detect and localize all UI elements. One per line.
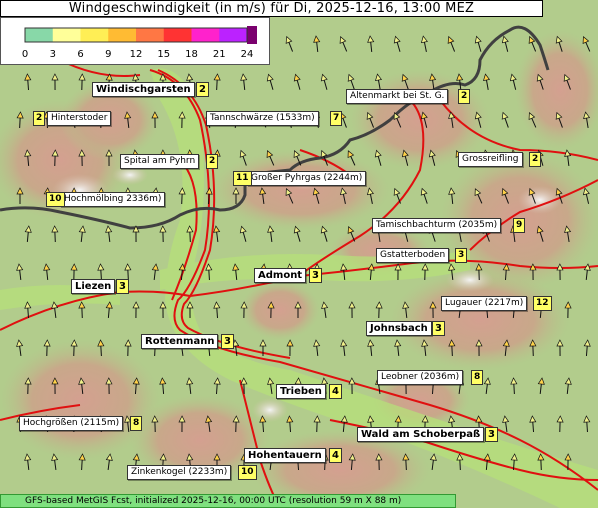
- place-name: Hohentauern: [244, 448, 326, 463]
- wind-speed-value: 3: [455, 248, 468, 263]
- wind-speed-value: 3: [485, 427, 498, 442]
- legend-tick-label: 12: [130, 49, 143, 60]
- legend-color-step: [191, 28, 220, 42]
- place-name: Tannschwärze (1533m): [206, 111, 319, 126]
- wind-speed-value: 11: [233, 171, 252, 186]
- place-name: Zinkenkogel (2233m): [127, 465, 232, 480]
- wind-speed-value: 7: [330, 111, 343, 126]
- legend-color-step: [80, 28, 109, 42]
- wind-speed-value: 2: [529, 152, 542, 167]
- legend-color-step: [52, 28, 81, 42]
- legend-color-step: [163, 28, 192, 42]
- wind-speed-value: 3: [221, 334, 234, 349]
- legend-tick-label: 9: [105, 49, 111, 60]
- place-name: Hochmölbing 2336m): [60, 192, 166, 207]
- legend-color-step: [25, 28, 54, 42]
- place-name: Tamischbachturm (2035m): [372, 218, 502, 233]
- wind-speed-value: 4: [329, 384, 342, 399]
- terrain-map: [0, 0, 598, 508]
- wind-speed-value: 10: [238, 465, 257, 480]
- place-name: Johnsbach: [366, 321, 432, 336]
- wind-speed-value: 10: [46, 192, 65, 207]
- legend-max-cap: [247, 26, 257, 44]
- forecast-info: GFS-based MetGIS Fcst, initialized 2025-…: [0, 494, 456, 508]
- place-name: Altenmarkt bei St. G.: [346, 89, 449, 104]
- place-name: Spital am Pyhrn: [120, 154, 200, 169]
- wind-speed-value: 3: [309, 268, 322, 283]
- wind-speed-legend: 0 3 6 9 12 15 18 21 24: [0, 17, 270, 65]
- legend-tick-label: 24: [241, 49, 254, 60]
- wind-speed-value: 9: [513, 218, 526, 233]
- wind-speed-value: 12: [533, 296, 552, 311]
- place-name: Liezen: [71, 279, 116, 294]
- place-name: Großer Pyhrgas (2244m): [247, 171, 367, 186]
- wind-speed-value: 8: [471, 370, 484, 385]
- legend-color-step: [219, 28, 248, 42]
- wind-speed-value: 2: [196, 82, 209, 97]
- place-name: Admont: [254, 268, 307, 283]
- legend-colorbar: 0 3 6 9 12 15 18 21 24: [22, 26, 257, 60]
- place-name: Lugauer (2217m): [441, 296, 528, 311]
- legend-color-step: [136, 28, 165, 42]
- wind-speed-value: 2: [33, 111, 46, 126]
- legend-tick-label: 15: [157, 49, 170, 60]
- place-name: Leobner (2036m): [377, 370, 464, 385]
- legend-tick-label: 18: [185, 49, 198, 60]
- wind-speed-value: 4: [329, 448, 342, 463]
- place-name: Windischgarsten: [92, 82, 195, 97]
- place-name: Trieben: [276, 384, 326, 399]
- wind-speed-value: 8: [130, 416, 143, 431]
- place-name: Rottenmann: [141, 334, 219, 349]
- place-name: Wald am Schoberpaß: [357, 427, 485, 442]
- map-title: Windgeschwindigkeit (in m/s) für Di, 202…: [0, 0, 543, 17]
- wind-speed-value: 2: [206, 154, 219, 169]
- place-name: Grossreifling: [458, 152, 523, 167]
- legend-color-step: [108, 28, 137, 42]
- wind-speed-value: 2: [458, 89, 471, 104]
- place-name: Hochgrößen (2115m): [19, 416, 124, 431]
- wind-speed-value: 3: [116, 279, 129, 294]
- wind-speed-value: 3: [432, 321, 445, 336]
- legend-tick-label: 21: [213, 49, 226, 60]
- place-name: Gstatterboden: [376, 248, 450, 263]
- place-name: Hinterstoder: [47, 111, 112, 126]
- legend-tick-label: 6: [77, 49, 83, 60]
- legend-tick-label: 3: [50, 49, 56, 60]
- legend-tick-label: 0: [22, 49, 28, 60]
